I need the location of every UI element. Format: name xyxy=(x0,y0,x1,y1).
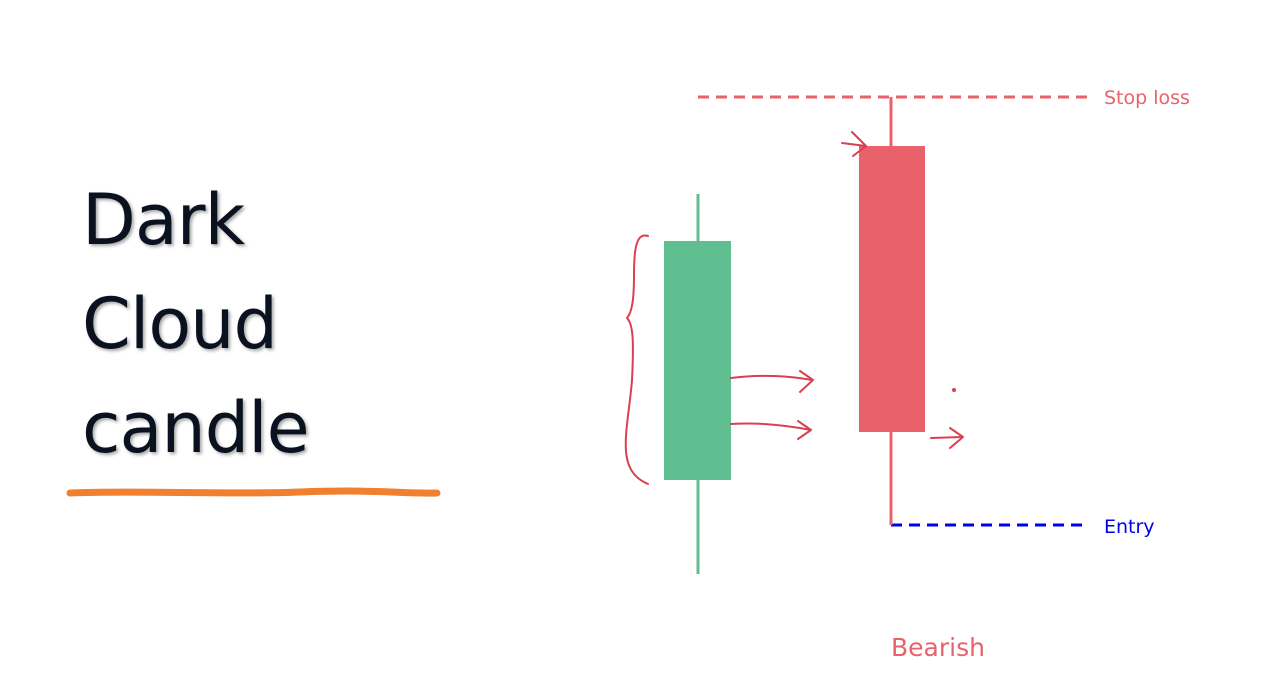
bullish-candle xyxy=(664,194,731,574)
bearish-candle xyxy=(859,97,925,525)
arrow-annotation-icon xyxy=(730,374,813,381)
entry-label: Entry xyxy=(1104,516,1155,538)
candlestick-diagram: Stop loss Entry Bearish xyxy=(66,87,1190,662)
bearish-candle-body xyxy=(859,146,925,432)
arrow-annotation-head-icon xyxy=(799,370,814,393)
stop-loss-label: Stop loss xyxy=(1104,87,1190,109)
arrow-annotation-icon xyxy=(930,436,963,439)
annotation-dot xyxy=(952,388,956,392)
pattern-label: Bearish xyxy=(891,633,985,662)
bullish-candle-body xyxy=(664,241,731,480)
brace-annotation-icon xyxy=(624,234,649,485)
arrow-annotation-icon xyxy=(730,422,812,431)
title-underline xyxy=(66,487,441,497)
